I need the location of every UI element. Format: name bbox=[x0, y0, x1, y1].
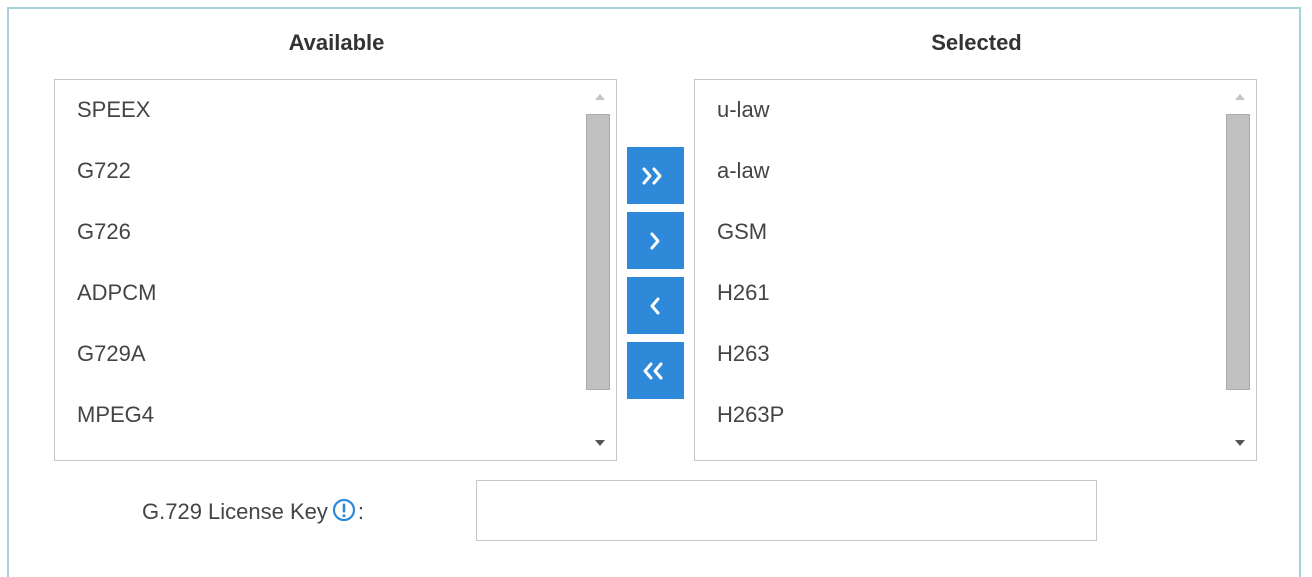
scroll-up-arrow-icon[interactable] bbox=[584, 84, 616, 112]
info-icon[interactable] bbox=[332, 498, 356, 528]
available-codec-item[interactable]: G726 bbox=[77, 212, 131, 252]
available-codec-item[interactable]: ADPCM bbox=[77, 273, 156, 313]
selected-codecs-list[interactable]: u-law a-law GSM H261 H263 H263P bbox=[694, 79, 1257, 461]
scroll-down-arrow-icon[interactable] bbox=[584, 428, 616, 456]
move-right-button[interactable] bbox=[627, 212, 684, 269]
license-key-colon: : bbox=[357, 499, 365, 524]
move-all-right-button[interactable] bbox=[627, 147, 684, 204]
available-codec-item[interactable]: G729A bbox=[77, 334, 146, 374]
available-scrollbar[interactable] bbox=[584, 80, 616, 460]
double-chevron-left-icon bbox=[643, 362, 663, 380]
selected-codec-item[interactable]: a-law bbox=[717, 151, 770, 191]
chevron-left-icon bbox=[650, 297, 660, 315]
selected-codec-item[interactable]: u-law bbox=[717, 90, 770, 130]
selected-codec-item[interactable]: H263P bbox=[717, 395, 784, 435]
selected-codec-item[interactable]: GSM bbox=[717, 212, 767, 252]
selected-codec-item[interactable]: H263 bbox=[717, 334, 770, 374]
available-codec-item[interactable]: SPEEX bbox=[77, 90, 150, 130]
scroll-thumb[interactable] bbox=[1226, 114, 1250, 390]
scroll-down-arrow-icon[interactable] bbox=[1224, 428, 1256, 456]
available-heading: Available bbox=[288, 30, 385, 55]
chevron-right-icon bbox=[650, 232, 660, 250]
selected-heading: Selected bbox=[931, 30, 1022, 55]
double-chevron-right-icon bbox=[642, 167, 662, 185]
scroll-thumb[interactable] bbox=[586, 114, 610, 390]
scroll-up-arrow-icon[interactable] bbox=[1224, 84, 1256, 112]
selected-codec-item[interactable]: H261 bbox=[717, 273, 770, 313]
license-key-label-text: G.729 License Key bbox=[142, 499, 328, 524]
selected-scrollbar[interactable] bbox=[1224, 80, 1256, 460]
license-key-input[interactable] bbox=[476, 480, 1097, 541]
move-left-button[interactable] bbox=[627, 277, 684, 334]
available-codec-item[interactable]: MPEG4 bbox=[77, 395, 154, 435]
available-codec-item[interactable]: G722 bbox=[77, 151, 131, 191]
license-key-label: G.729 License Key: bbox=[142, 498, 364, 528]
available-codecs-list[interactable]: SPEEX G722 G726 ADPCM G729A MPEG4 bbox=[54, 79, 617, 461]
move-all-left-button[interactable] bbox=[627, 342, 684, 399]
